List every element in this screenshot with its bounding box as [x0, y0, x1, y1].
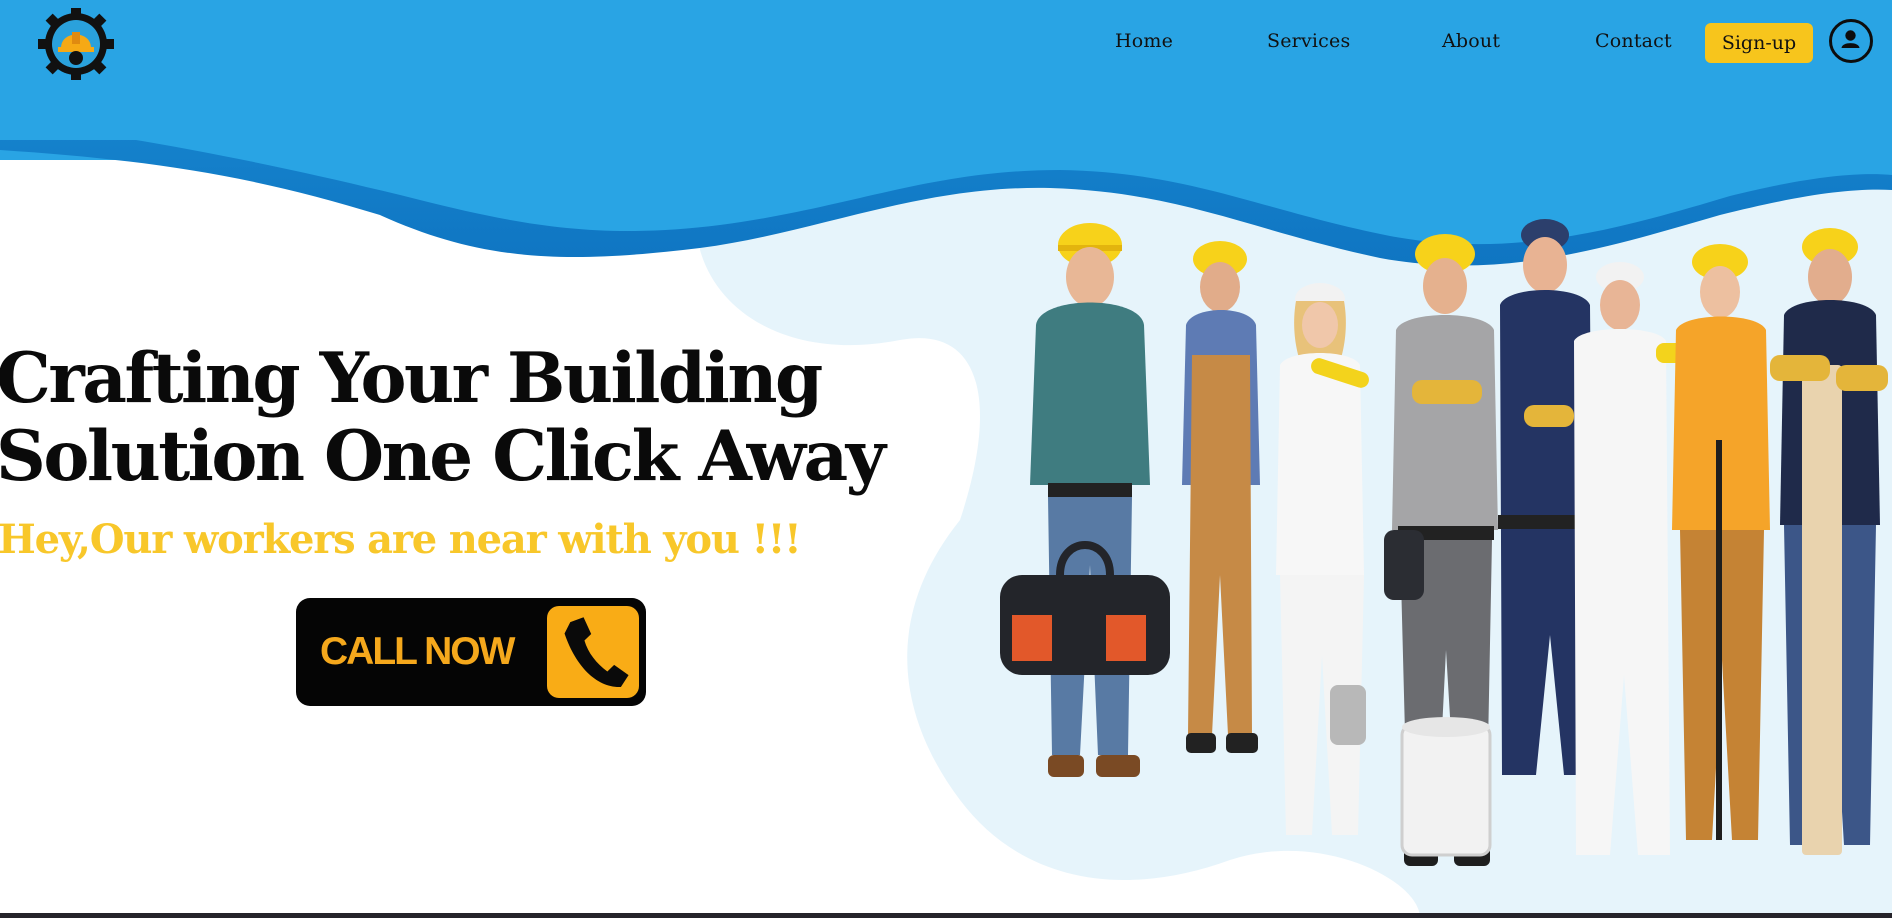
user-account-button[interactable] [1829, 19, 1873, 63]
signup-button[interactable]: Sign-up [1705, 23, 1813, 63]
phone-icon [564, 617, 629, 687]
user-circle-icon [1841, 30, 1860, 48]
workers-group-illustration [1000, 219, 1888, 866]
worker-figure [1000, 223, 1170, 777]
hero-headline: Crafting Your Building Solution One Clic… [0, 338, 886, 497]
nav-services-link[interactable]: Services [1267, 30, 1350, 52]
nav-contact-link[interactable]: Contact [1595, 30, 1672, 52]
nav-home-link[interactable]: Home [1115, 30, 1173, 52]
call-now-button[interactable]: CALL NOW [296, 598, 646, 706]
hero-headline-line-1: Crafting Your Building [0, 338, 823, 419]
nav-about-link[interactable]: About [1442, 30, 1500, 52]
hero-tagline: Hey,Our workers are near with you !!! [0, 516, 802, 563]
phone-icon-tile [547, 606, 639, 698]
top-navigation: Home Services About Contact Sign-up [0, 0, 1892, 90]
hero-headline-line-2: Solution One Click Away [0, 416, 886, 497]
call-now-label: CALL NOW [320, 630, 515, 673]
page-bottom-divider [0, 913, 1892, 918]
